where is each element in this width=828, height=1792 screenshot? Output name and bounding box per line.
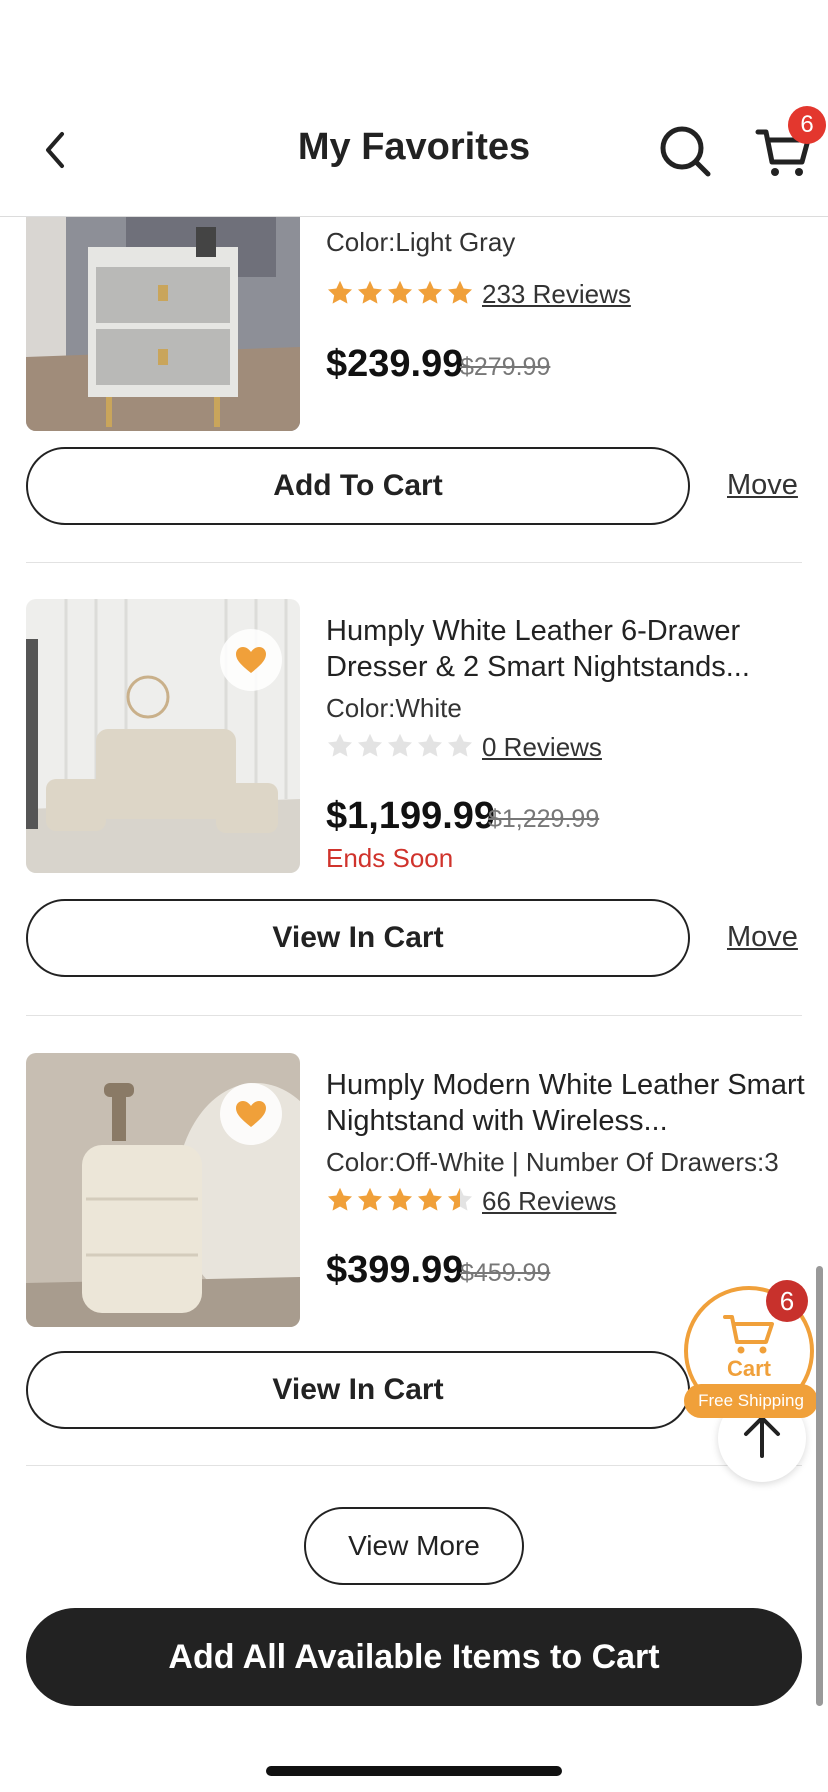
- free-shipping-badge: Free Shipping: [684, 1384, 818, 1418]
- star-icon: [327, 733, 353, 757]
- star-icon: [387, 733, 413, 757]
- heart-icon: [236, 1101, 266, 1127]
- reviews-link[interactable]: 0 Reviews: [482, 732, 602, 763]
- product-color: Color:Light Gray: [326, 227, 516, 257]
- star-icon: [417, 733, 443, 757]
- divider: [26, 1465, 802, 1466]
- view-more-button[interactable]: View More: [304, 1507, 524, 1585]
- star-icon: [417, 1187, 443, 1211]
- star-icon: [387, 1187, 413, 1211]
- star-half-icon: [447, 1187, 473, 1211]
- favorite-heart-button[interactable]: [220, 1083, 282, 1145]
- star-icon: [447, 733, 473, 757]
- star-icon: [447, 280, 473, 304]
- ends-soon-label: Ends Soon: [326, 843, 454, 873]
- product-title[interactable]: Humply White Leather 6-Drawer Dresser & …: [326, 613, 806, 685]
- star-icon: [327, 280, 353, 304]
- add-all-to-cart-button[interactable]: Add All Available Items to Cart: [26, 1608, 802, 1706]
- product-price: $399.99: [326, 1249, 464, 1291]
- reviews-link[interactable]: 66 Reviews: [482, 1186, 616, 1217]
- view-in-cart-button[interactable]: View In Cart: [26, 1351, 690, 1429]
- header: My Favorites 6: [0, 0, 828, 217]
- search-icon[interactable]: [658, 124, 714, 180]
- reviews-link[interactable]: 233 Reviews: [482, 279, 631, 310]
- favorite-heart-button[interactable]: [220, 629, 282, 691]
- add-to-cart-button[interactable]: Add To Cart: [26, 447, 690, 525]
- product-price: $239.99: [326, 343, 464, 385]
- move-link[interactable]: Move: [727, 469, 798, 502]
- original-price: $1,229.99: [488, 805, 600, 833]
- star-icon: [357, 733, 383, 757]
- product-price: $1,199.99: [326, 795, 496, 837]
- star-icon: [417, 280, 443, 304]
- floating-cart-label: Cart: [726, 1356, 771, 1381]
- heart-icon: [236, 647, 266, 673]
- product-color: Color:Off-White | Number Of Drawers:3: [326, 1147, 779, 1177]
- view-in-cart-button[interactable]: View In Cart: [26, 899, 690, 977]
- cart-count-badge: 6: [788, 106, 826, 144]
- star-icon: [357, 1187, 383, 1211]
- original-price: $459.99: [460, 1259, 551, 1287]
- star-icon: [357, 280, 383, 304]
- product-image-smart-nightstand[interactable]: [26, 1053, 300, 1327]
- home-indicator: [266, 1766, 562, 1776]
- move-link[interactable]: Move: [727, 921, 798, 954]
- star-icon: [387, 280, 413, 304]
- product-title[interactable]: Humply Modern White Leather Smart Nights…: [326, 1067, 806, 1139]
- star-icon: [327, 1187, 353, 1211]
- original-price: $279.99: [460, 353, 551, 381]
- product-image-dresser-set[interactable]: [26, 599, 300, 873]
- product-color: Color:White: [326, 693, 462, 723]
- cart-icon: [723, 1315, 774, 1354]
- bottom-action-bar: Add All Available Items to Cart: [0, 1590, 828, 1792]
- divider: [26, 1015, 802, 1016]
- floating-cart-badge: 6: [766, 1280, 808, 1322]
- product-image-nightstand-gray[interactable]: [26, 217, 300, 431]
- divider: [26, 562, 802, 563]
- scrollbar[interactable]: [816, 1266, 823, 1706]
- arrow-up-icon: [744, 1416, 780, 1458]
